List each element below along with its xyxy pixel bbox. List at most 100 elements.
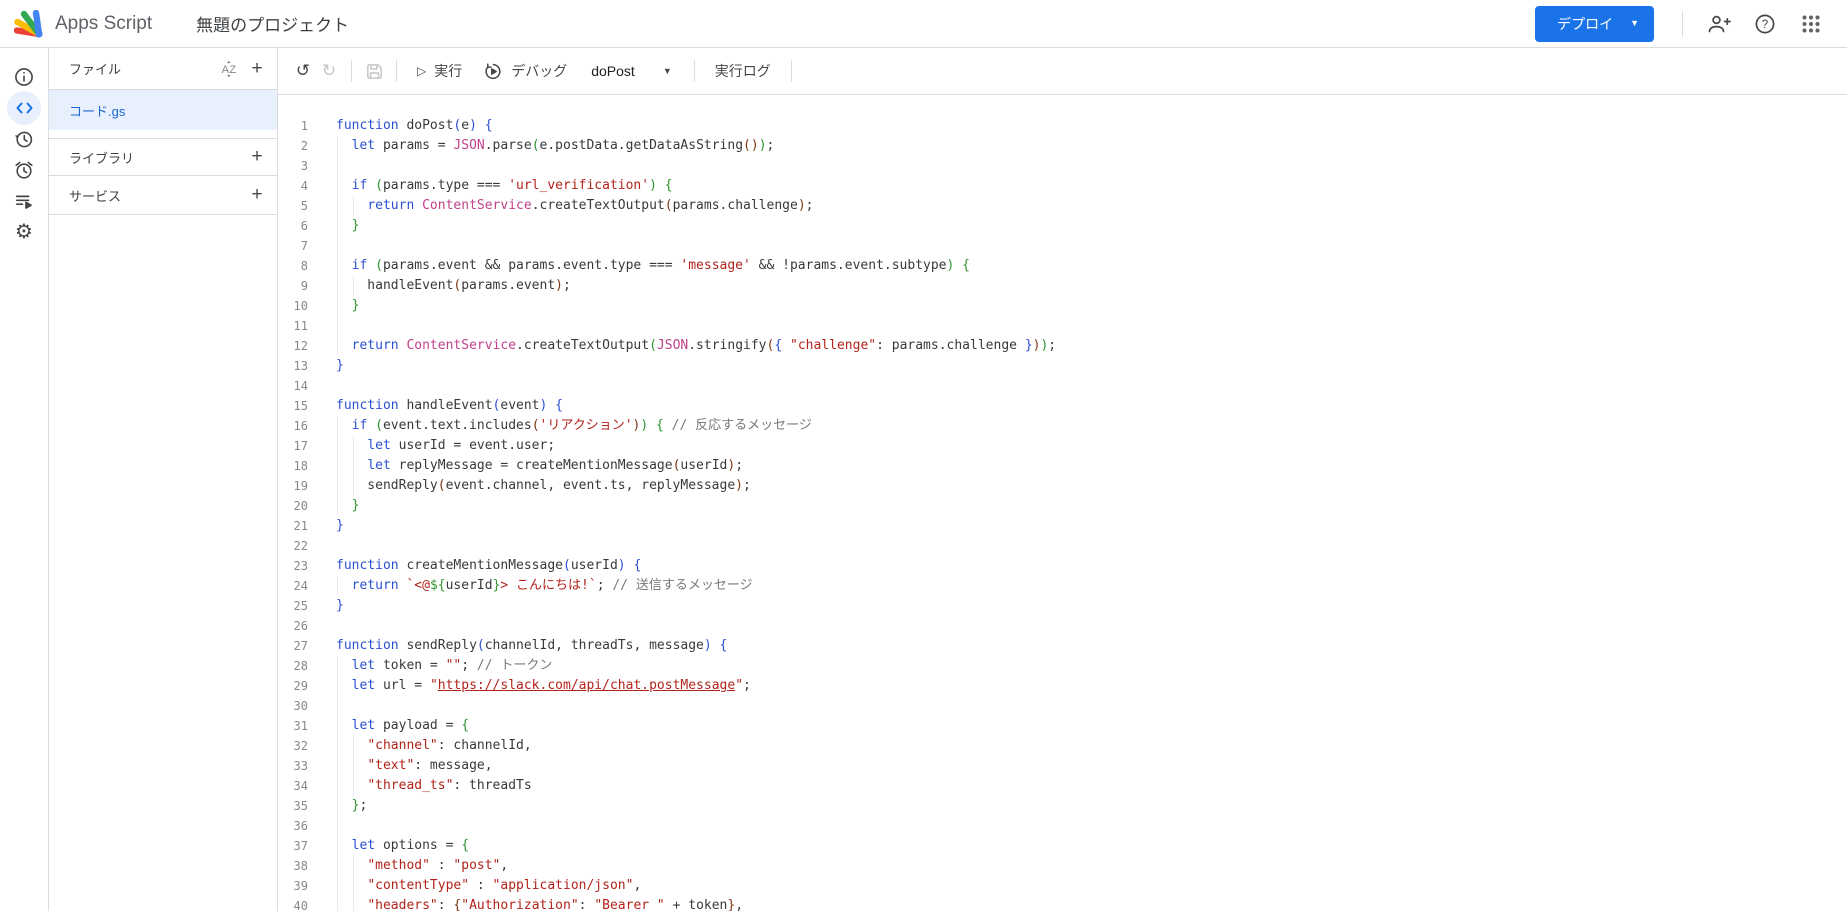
line-number[interactable]: 9 xyxy=(278,276,308,296)
code-line[interactable]: 8 if (params.event && params.event.type … xyxy=(278,256,1847,276)
line-number[interactable]: 35 xyxy=(278,796,308,816)
code-line[interactable]: 10 } xyxy=(278,296,1847,316)
code-line[interactable]: 2 let params = JSON.parse(e.postData.get… xyxy=(278,136,1847,156)
save-button[interactable] xyxy=(361,58,387,84)
line-number[interactable]: 16 xyxy=(278,416,308,436)
code-line[interactable]: 11 xyxy=(278,316,1847,336)
apps-script-logo-icon[interactable] xyxy=(14,10,45,38)
line-number[interactable]: 19 xyxy=(278,476,308,496)
redo-icon[interactable]: ↻ xyxy=(316,58,342,84)
line-number[interactable]: 39 xyxy=(278,876,308,896)
code-line[interactable]: 25} xyxy=(278,596,1847,616)
code-line[interactable]: 28 let token = ""; // トークン xyxy=(278,656,1847,676)
code-line[interactable]: 13} xyxy=(278,356,1847,376)
code-line[interactable]: 5 return ContentService.createTextOutput… xyxy=(278,196,1847,216)
code-line[interactable]: 6 } xyxy=(278,216,1847,236)
line-number[interactable]: 15 xyxy=(278,396,308,416)
code-line[interactable]: 36 xyxy=(278,816,1847,836)
line-number[interactable]: 26 xyxy=(278,616,308,636)
line-number[interactable]: 8 xyxy=(278,256,308,276)
line-number[interactable]: 11 xyxy=(278,316,308,336)
line-number[interactable]: 33 xyxy=(278,756,308,776)
sidebar-item-project-history[interactable] xyxy=(9,124,39,154)
line-number[interactable]: 12 xyxy=(278,336,308,356)
code-line[interactable]: 23function createMentionMessage(userId) … xyxy=(278,556,1847,576)
code-line[interactable]: 19 sendReply(event.channel, event.ts, re… xyxy=(278,476,1847,496)
line-number[interactable]: 30 xyxy=(278,696,308,716)
help-icon[interactable]: ? xyxy=(1745,4,1785,44)
code-line[interactable]: 39 "contentType" : "application/json", xyxy=(278,876,1847,896)
deploy-button[interactable]: デプロイ ▼ xyxy=(1535,6,1654,42)
project-title[interactable]: 無題のプロジェクト xyxy=(196,11,349,36)
code-line[interactable]: 40 "headers": {"Authorization": "Bearer … xyxy=(278,896,1847,911)
sidebar-item-triggers[interactable] xyxy=(9,155,39,185)
code-line[interactable]: 24 return `<@${userId}> こんにちは!`; // 送信する… xyxy=(278,576,1847,596)
code-line[interactable]: 22 xyxy=(278,536,1847,556)
execution-log-button[interactable]: 実行ログ xyxy=(704,56,782,86)
code-line[interactable]: 31 let payload = { xyxy=(278,716,1847,736)
sort-files-button[interactable]: A Z xyxy=(215,55,243,83)
undo-icon[interactable]: ↺ xyxy=(290,58,316,84)
code-line[interactable]: 35 }; xyxy=(278,796,1847,816)
run-button[interactable]: ▷ 実行 xyxy=(406,56,473,86)
line-number[interactable]: 7 xyxy=(278,236,308,256)
line-number[interactable]: 31 xyxy=(278,716,308,736)
add-file-button[interactable]: + xyxy=(243,55,271,83)
line-number[interactable]: 14 xyxy=(278,376,308,396)
apps-grid-icon[interactable] xyxy=(1791,4,1831,44)
line-number[interactable]: 2 xyxy=(278,136,308,156)
code-area[interactable]: 1function doPost(e) {2 let params = JSON… xyxy=(278,116,1847,911)
function-selector[interactable]: doPost ▼ xyxy=(578,56,685,86)
code-line[interactable]: 30 xyxy=(278,696,1847,716)
code-line[interactable]: 4 if (params.type === 'url_verification'… xyxy=(278,176,1847,196)
code-line[interactable]: 27function sendReply(channelId, threadTs… xyxy=(278,636,1847,656)
sidebar-item-executions[interactable] xyxy=(9,186,39,216)
line-number[interactable]: 38 xyxy=(278,856,308,876)
line-number[interactable]: 32 xyxy=(278,736,308,756)
line-number[interactable]: 10 xyxy=(278,296,308,316)
code-line[interactable]: 15function handleEvent(event) { xyxy=(278,396,1847,416)
line-number[interactable]: 36 xyxy=(278,816,308,836)
code-line[interactable]: 9 handleEvent(params.event); xyxy=(278,276,1847,296)
code-line[interactable]: 17 let userId = event.user; xyxy=(278,436,1847,456)
file-item-code-gs[interactable]: コード.gs xyxy=(49,90,277,130)
code-line[interactable]: 26 xyxy=(278,616,1847,636)
code-line[interactable]: 34 "thread_ts": threadTs xyxy=(278,776,1847,796)
line-number[interactable]: 37 xyxy=(278,836,308,856)
line-number[interactable]: 23 xyxy=(278,556,308,576)
code-line[interactable]: 33 "text": message, xyxy=(278,756,1847,776)
sidebar-item-editor[interactable] xyxy=(9,93,39,123)
line-number[interactable]: 25 xyxy=(278,596,308,616)
code-line[interactable]: 3 xyxy=(278,156,1847,176)
code-line[interactable]: 20 } xyxy=(278,496,1847,516)
code-line[interactable]: 16 if (event.text.includes('リアクション')) { … xyxy=(278,416,1847,436)
add-service-button[interactable]: + xyxy=(243,181,271,209)
line-number[interactable]: 18 xyxy=(278,456,308,476)
sidebar-item-overview[interactable] xyxy=(9,62,39,92)
line-number[interactable]: 6 xyxy=(278,216,308,236)
line-number[interactable]: 1 xyxy=(278,116,308,136)
line-number[interactable]: 24 xyxy=(278,576,308,596)
code-line[interactable]: 14 xyxy=(278,376,1847,396)
code-line[interactable]: 38 "method" : "post", xyxy=(278,856,1847,876)
code-line[interactable]: 37 let options = { xyxy=(278,836,1847,856)
code-line[interactable]: 1function doPost(e) { xyxy=(278,116,1847,136)
code-line[interactable]: 12 return ContentService.createTextOutpu… xyxy=(278,336,1847,356)
line-number[interactable]: 4 xyxy=(278,176,308,196)
line-number[interactable]: 17 xyxy=(278,436,308,456)
debug-button[interactable]: デバッグ xyxy=(473,56,578,86)
line-number[interactable]: 13 xyxy=(278,356,308,376)
add-library-button[interactable]: + xyxy=(243,143,271,171)
line-number[interactable]: 5 xyxy=(278,196,308,216)
code-line[interactable]: 18 let replyMessage = createMentionMessa… xyxy=(278,456,1847,476)
share-person-add-icon[interactable] xyxy=(1699,4,1739,44)
line-number[interactable]: 3 xyxy=(278,156,308,176)
code-line[interactable]: 29 let url = "https://slack.com/api/chat… xyxy=(278,676,1847,696)
code-editor[interactable]: 1function doPost(e) {2 let params = JSON… xyxy=(278,95,1847,911)
line-number[interactable]: 34 xyxy=(278,776,308,796)
line-number[interactable]: 21 xyxy=(278,516,308,536)
line-number[interactable]: 27 xyxy=(278,636,308,656)
code-line[interactable]: 7 xyxy=(278,236,1847,256)
line-number[interactable]: 40 xyxy=(278,896,308,911)
line-number[interactable]: 28 xyxy=(278,656,308,676)
